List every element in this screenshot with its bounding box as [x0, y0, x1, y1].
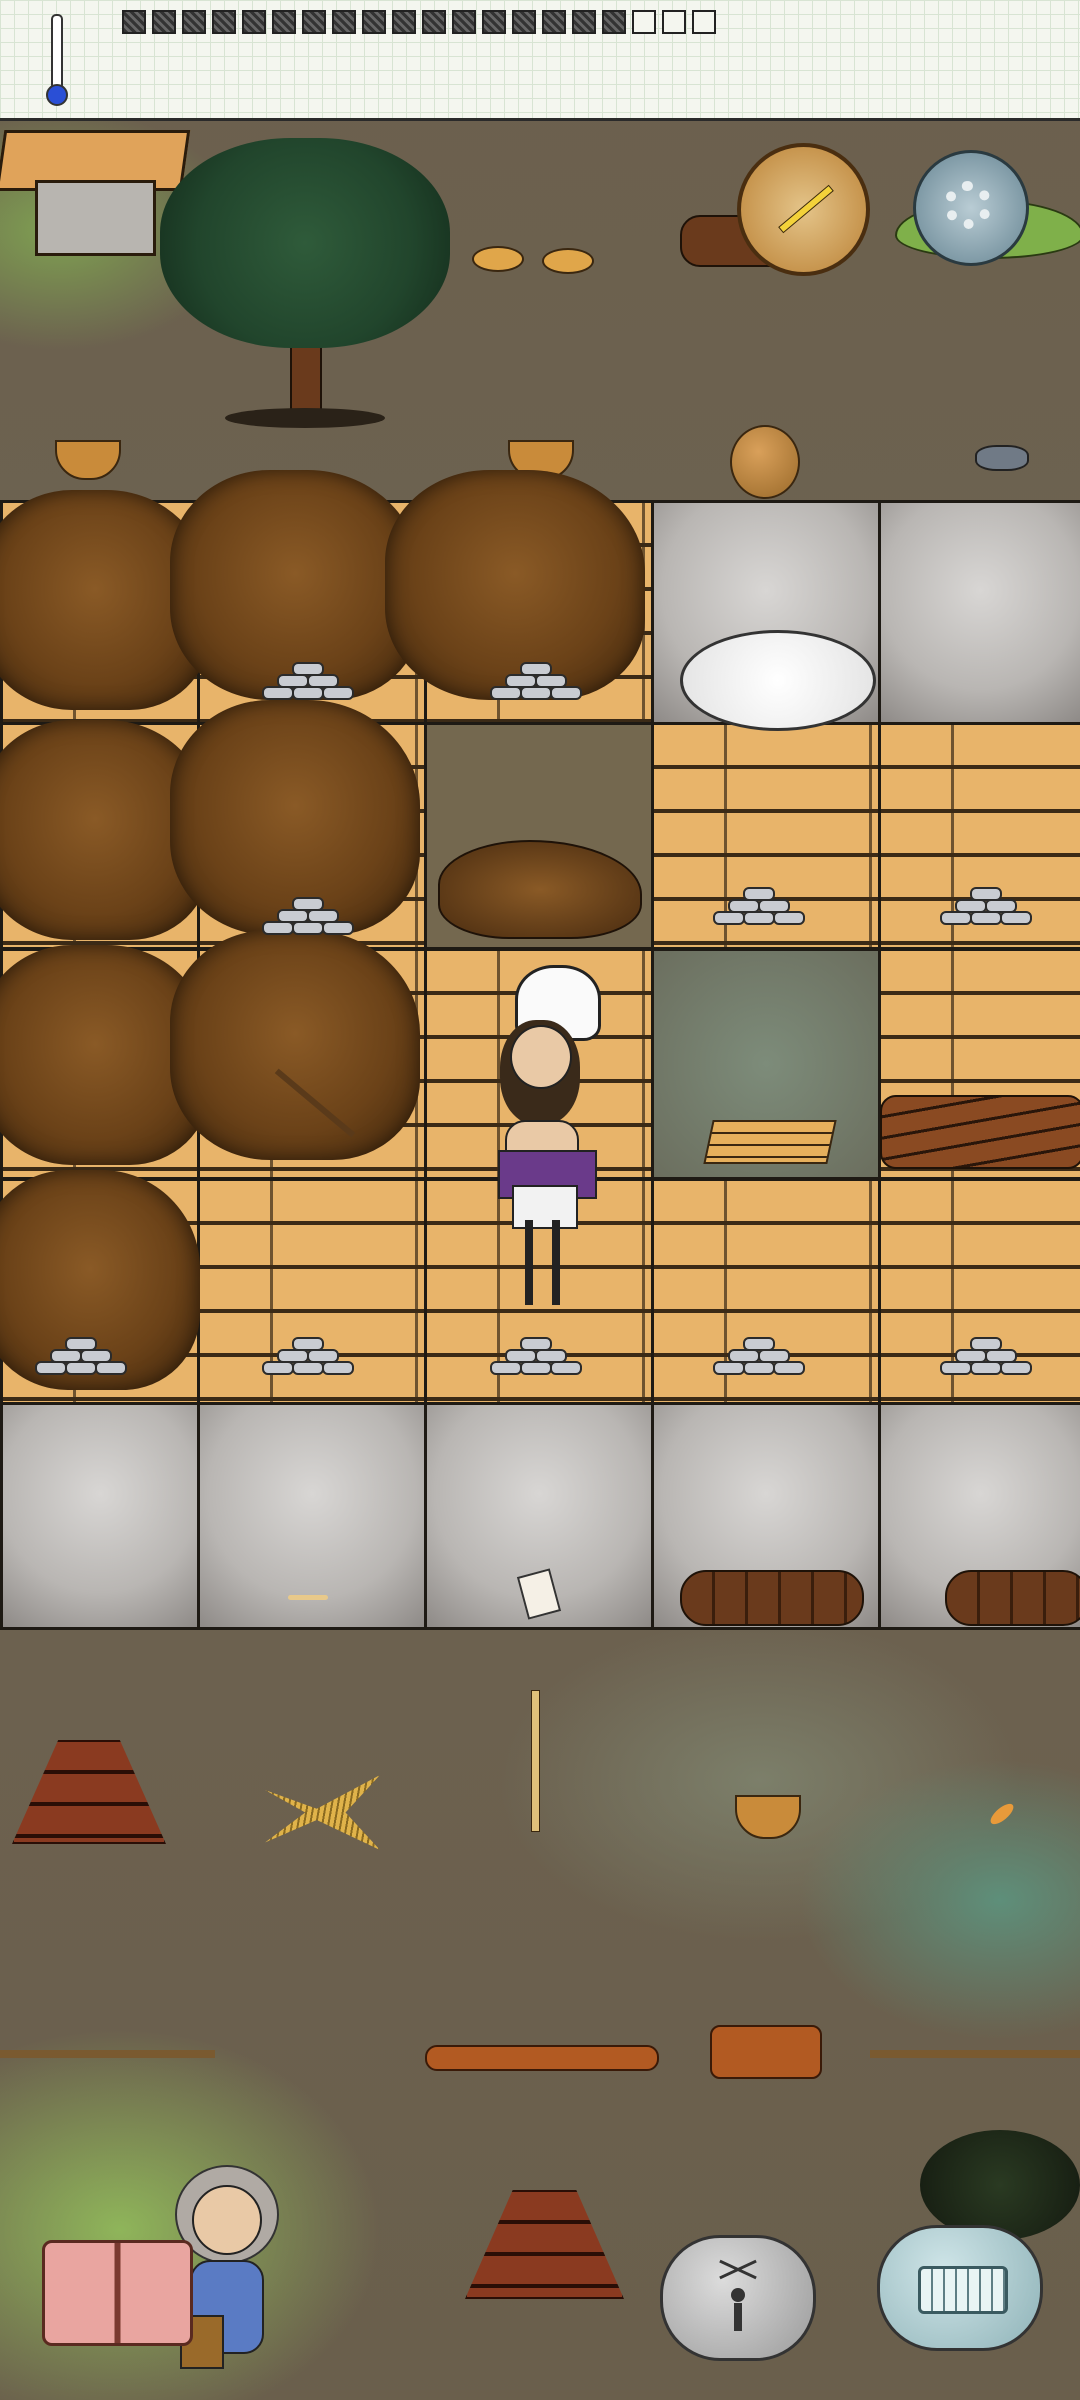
food-pip: [542, 10, 566, 34]
food-pip: [392, 10, 416, 34]
flatbread[interactable]: [542, 248, 594, 274]
wooden-boards[interactable]: [703, 1120, 837, 1164]
log[interactable]: [945, 1570, 1080, 1626]
firewood-pile[interactable]: [880, 1095, 1080, 1169]
food-pip: [332, 10, 356, 34]
food-pip: [362, 10, 386, 34]
flint-stones[interactable]: [975, 445, 1029, 471]
iron-ingot-stack[interactable]: [262, 1335, 354, 1375]
gear-icon: [944, 181, 992, 229]
decorated-pine-tree[interactable]: [145, 118, 465, 428]
compass-icon: [778, 184, 834, 234]
adobe-brick-pile[interactable]: [465, 2190, 624, 2299]
iron-ingot-stack[interactable]: [713, 1335, 805, 1375]
keyboard-icon: [918, 2266, 1008, 2314]
food-pip: [662, 10, 686, 34]
branch[interactable]: [0, 2050, 215, 2058]
settings-button[interactable]: [913, 150, 1029, 266]
log[interactable]: [680, 1570, 864, 1626]
food-pip: [692, 10, 716, 34]
long-log[interactable]: [425, 2045, 659, 2071]
food-pip: [452, 10, 476, 34]
compass-button[interactable]: [737, 143, 870, 276]
recipe-book-button[interactable]: [42, 2240, 193, 2346]
iron-ingot-stack[interactable]: [940, 1335, 1032, 1375]
stone-floor-tile[interactable]: [878, 500, 1080, 725]
food-pip: [242, 10, 266, 34]
chat-keyboard-button[interactable]: [877, 2225, 1043, 2351]
flatbread[interactable]: [472, 246, 524, 272]
basket-with-fire[interactable]: [735, 1795, 801, 1839]
food-pip: [482, 10, 506, 34]
carrot[interactable]: [987, 1800, 1017, 1828]
food-pip: [302, 10, 326, 34]
food-pip: [422, 10, 446, 34]
iron-ingot-stack[interactable]: [490, 660, 582, 700]
berry-bush[interactable]: [920, 2130, 1080, 2240]
food-pip: [512, 10, 536, 34]
iron-ingot-stack[interactable]: [490, 1335, 582, 1375]
log-section[interactable]: [710, 2025, 822, 2079]
stone-floor-tile[interactable]: [0, 1402, 200, 1630]
food-pip: [182, 10, 206, 34]
branch[interactable]: [870, 2050, 1080, 2058]
game-world[interactable]: [0, 0, 1080, 2400]
food-pip: [212, 10, 236, 34]
iron-ingot-stack[interactable]: [940, 885, 1032, 925]
emote-button[interactable]: [660, 2235, 816, 2361]
food-pip: [632, 10, 656, 34]
wooden-stake[interactable]: [531, 1690, 540, 1832]
adobe-brick-pile[interactable]: [12, 1740, 166, 1844]
food-pip: [602, 10, 626, 34]
wool-fleece[interactable]: [680, 630, 876, 731]
food-pip: [572, 10, 596, 34]
iron-ingot-stack[interactable]: [35, 1335, 127, 1375]
thermometer-icon[interactable]: [46, 14, 68, 106]
iron-ingot-stack[interactable]: [262, 660, 354, 700]
iron-ingot-stack[interactable]: [262, 895, 354, 935]
iron-ingot-stack[interactable]: [713, 885, 805, 925]
clay-pot[interactable]: [730, 425, 800, 499]
food-pip: [122, 10, 146, 34]
bear-skin-rug[interactable]: [170, 930, 420, 1160]
open-book-icon: [42, 2240, 193, 2346]
basket-of-grain[interactable]: [55, 440, 121, 480]
puppet-emote-icon: [718, 2259, 758, 2333]
food-pip: [152, 10, 176, 34]
chef-character[interactable]: [470, 965, 620, 1320]
needle[interactable]: [288, 1595, 328, 1600]
wheat-sheaf[interactable]: [265, 1775, 380, 1850]
food-pip: [272, 10, 296, 34]
top-hud-bar: [0, 0, 1080, 121]
